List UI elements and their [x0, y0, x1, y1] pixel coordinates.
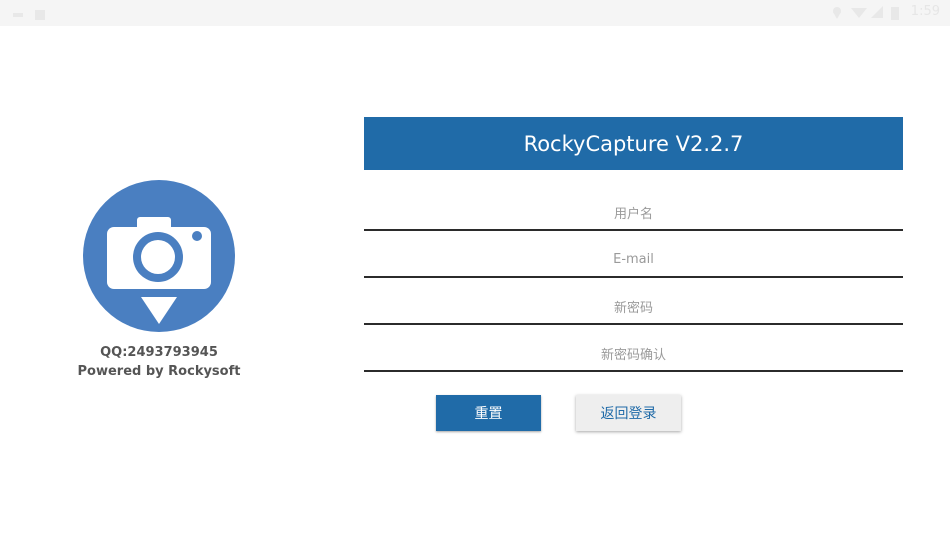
email-field[interactable]: E-mail [364, 242, 903, 278]
reset-button[interactable]: 重置 [436, 395, 541, 431]
status-bar: 1:59 [0, 0, 950, 26]
battery-icon [890, 6, 903, 20]
status-time: 1:59 [910, 4, 940, 19]
camera-pin-icon [82, 179, 236, 333]
new-password-field[interactable]: 新密码 [364, 289, 903, 325]
username-placeholder: 用户名 [613, 206, 653, 222]
back-to-login-button[interactable]: 返回登录 [576, 395, 681, 431]
qq-contact: QQ:2493793945 [100, 345, 218, 360]
username-field[interactable]: 用户名 [364, 195, 903, 231]
wifi-icon [850, 6, 867, 18]
powered-by-text: Powered by Rockysoft [77, 364, 241, 379]
image-icon [34, 6, 46, 20]
location-icon [831, 6, 843, 19]
confirm-password-field[interactable]: 新密码确认 [364, 336, 903, 372]
confirm-password-placeholder: 新密码确认 [600, 347, 666, 363]
form-title: RockyCapture V2.2.7 [364, 117, 903, 170]
notification-icon [12, 6, 24, 18]
signal-icon [870, 5, 883, 18]
email-placeholder: E-mail [613, 251, 654, 267]
new-password-placeholder: 新密码 [613, 300, 653, 316]
